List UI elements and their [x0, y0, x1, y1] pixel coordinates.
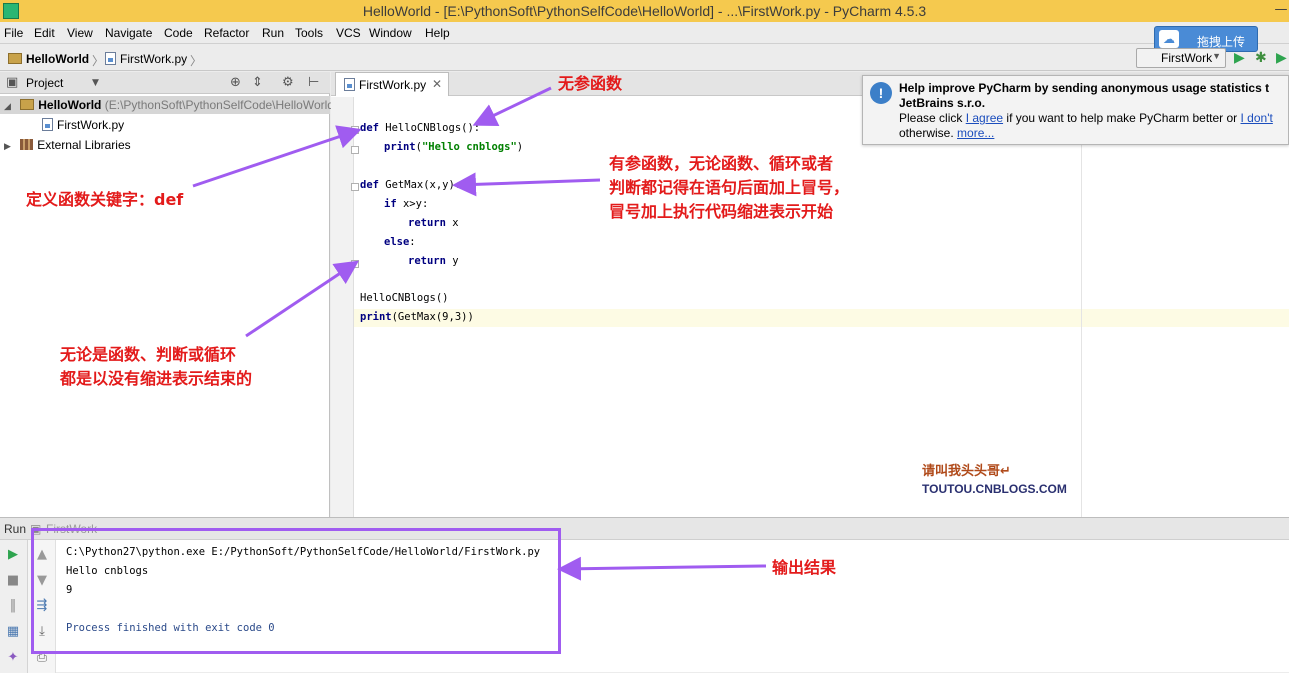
annotation-no-param: 无参函数: [558, 74, 623, 93]
watermark-url: TOUTOU.CNBLOGS.COM: [922, 482, 1067, 496]
annotation-output: 输出结果: [772, 558, 837, 577]
watermark-signature: 请叫我头头哥↵: [922, 464, 1011, 479]
annotation-with-param-3: 冒号加上执行代码缩进表示开始: [609, 202, 834, 221]
annotation-with-param-1: 有参函数，无论函数、循环或者: [609, 154, 834, 173]
arrow-end-indent: [245, 260, 359, 338]
annotation-with-param-2: 判断都记得在语句后面加上冒号，: [609, 178, 850, 197]
annotation-def-keyword: 定义函数关键字：def: [26, 190, 184, 209]
arrow-output: [557, 556, 767, 581]
annotation-arrows: [192, 86, 767, 581]
annotation-end-indent-1: 无论是函数、判断或循环: [60, 345, 237, 364]
arrow-no-param: [472, 86, 552, 127]
arrow-with-param: [452, 172, 601, 197]
annotation-end-indent-2: 都是以没有缩进表示结束的: [60, 369, 253, 388]
arrow-def-keyword: [192, 125, 362, 188]
